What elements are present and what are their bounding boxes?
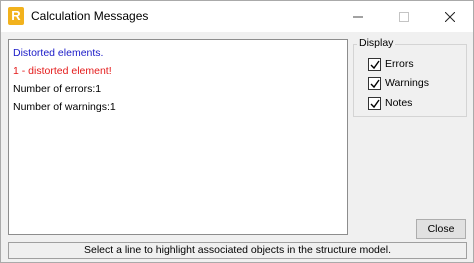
title-bar[interactable]: R Calculation Messages bbox=[1, 1, 473, 32]
message-line[interactable]: Number of warnings:1 bbox=[13, 98, 343, 116]
status-bar: Select a line to highlight associated ob… bbox=[8, 242, 467, 259]
window-close-button[interactable] bbox=[427, 1, 473, 32]
checkmark-icon bbox=[370, 79, 380, 88]
errors-checkbox-row[interactable]: Errors bbox=[368, 57, 414, 71]
errors-checkbox-label[interactable]: Errors bbox=[385, 58, 414, 70]
notes-checkbox[interactable] bbox=[368, 96, 381, 110]
calculation-messages-window: R Calculation Messages Distorted element… bbox=[0, 0, 474, 263]
errors-checkbox[interactable] bbox=[368, 57, 381, 71]
app-logo-icon: R bbox=[8, 7, 24, 25]
message-line[interactable]: Number of errors:1 bbox=[13, 80, 343, 98]
messages-list[interactable]: Distorted elements. 1 - distorted elemen… bbox=[8, 39, 348, 235]
message-line[interactable]: Distorted elements. bbox=[13, 44, 343, 62]
display-legend: Display bbox=[357, 37, 396, 49]
close-button[interactable]: Close bbox=[416, 219, 466, 239]
checkmark-icon bbox=[370, 60, 380, 69]
message-line[interactable]: 1 - distorted element! bbox=[13, 62, 343, 80]
maximize-icon bbox=[399, 11, 409, 22]
warnings-checkbox-label[interactable]: Warnings bbox=[385, 77, 429, 89]
checkmark-icon bbox=[370, 99, 380, 108]
close-icon bbox=[445, 11, 455, 22]
minimize-button[interactable] bbox=[335, 1, 381, 32]
notes-checkbox-row[interactable]: Notes bbox=[368, 96, 412, 110]
warnings-checkbox[interactable] bbox=[368, 76, 381, 90]
notes-checkbox-label[interactable]: Notes bbox=[385, 97, 412, 109]
warnings-checkbox-row[interactable]: Warnings bbox=[368, 76, 429, 90]
window-title: Calculation Messages bbox=[31, 9, 149, 23]
maximize-button bbox=[381, 1, 427, 32]
minimize-icon bbox=[353, 16, 363, 17]
